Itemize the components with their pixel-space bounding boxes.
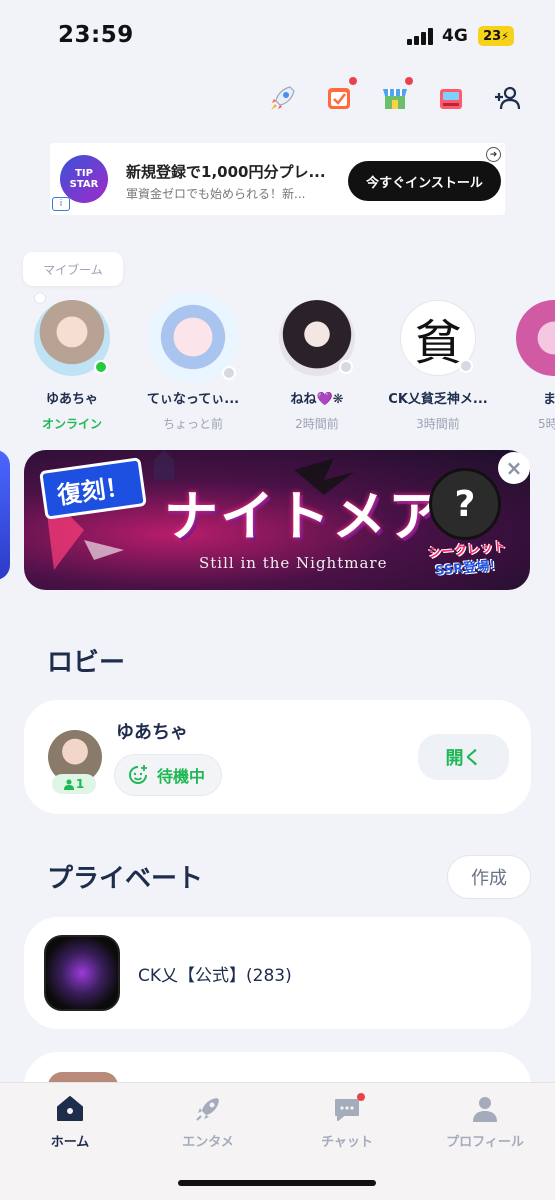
friend-name: ま — [543, 392, 555, 407]
tab-entertainment[interactable]: エンタメ — [148, 1093, 268, 1150]
group-name: CK乂【公式】(283) — [138, 966, 292, 986]
friend-item[interactable]: 貧 CK乂貧乏神メ... 3時間前 — [378, 300, 498, 432]
add-friend-icon[interactable] — [479, 78, 535, 118]
tab-label: ホーム — [50, 1135, 90, 1150]
friend-status: ちょっと前 — [162, 417, 223, 431]
previous-banner-peek[interactable] — [0, 450, 10, 580]
avatar-glyph: 貧 — [413, 315, 462, 371]
ad-arrow-icon[interactable]: ➜ — [486, 147, 501, 162]
ad-subtitle: 軍資金ゼロでも始められる！新... — [126, 187, 306, 201]
rocket-icon — [192, 1093, 224, 1125]
notification-dot — [357, 1093, 365, 1101]
friend-status: 3時間前 — [416, 417, 460, 431]
group-card[interactable]: CK乂【公式】(283) — [24, 917, 531, 1029]
mission-checklist-icon[interactable] — [311, 77, 367, 118]
tab-chat[interactable]: チャット — [287, 1093, 407, 1150]
friend-name: てぃなってぃ... — [146, 392, 240, 407]
my-boom-tag[interactable]: マイブーム — [23, 252, 123, 286]
person-icon — [63, 779, 74, 790]
banner-title: ナイトメア — [164, 485, 444, 548]
mystery-icon: ? — [429, 468, 501, 540]
avatar — [516, 300, 555, 376]
lobby-card[interactable]: 1 ゆあちゃ 待機中 開く — [24, 700, 531, 814]
avatar — [148, 292, 238, 382]
chat-bubble-icon — [331, 1093, 365, 1125]
friend-name: CK乂貧乏神メ... — [388, 392, 488, 407]
friend-item[interactable]: てぃなってぃ... ちょっと前 — [133, 292, 253, 432]
top-action-bar — [255, 77, 535, 118]
home-indicator — [178, 1180, 376, 1186]
ad-info-icon[interactable]: i — [52, 197, 70, 211]
ad-banner[interactable]: TIP STAR i 新規登録で1,000円分プレ... 軍資金ゼロでも始められ… — [50, 143, 505, 215]
avatar — [279, 300, 355, 376]
waiting-status: 待機中 — [114, 754, 223, 796]
friend-name: ゆあちゃ — [45, 392, 98, 407]
avatar — [34, 300, 110, 376]
banner-close-button[interactable]: × — [498, 452, 530, 484]
friend-item[interactable]: ねね💜❋ 2時間前 — [257, 300, 377, 432]
tab-profile[interactable]: プロフィール — [425, 1093, 545, 1150]
notification-dot — [405, 77, 413, 85]
friend-status: 2時間前 — [295, 417, 339, 431]
network-type: 4G — [442, 26, 468, 46]
gacha-machine-icon[interactable] — [423, 78, 479, 118]
status-dot — [459, 359, 473, 373]
banner-secret-ssr: シークレット SSR登場！ — [428, 539, 509, 582]
shop-icon[interactable] — [367, 77, 423, 118]
lobby-section-title: ロビー — [47, 648, 126, 678]
open-button[interactable]: 開く — [418, 734, 509, 780]
online-status-dot — [94, 360, 108, 374]
signal-icon — [407, 28, 435, 45]
lobby-user-name: ゆあちゃ — [116, 722, 188, 743]
tab-label: エンタメ — [182, 1135, 234, 1150]
status-dot — [222, 366, 236, 380]
tab-label: チャット — [321, 1135, 373, 1150]
profile-icon — [469, 1093, 501, 1125]
status-time: 23:59 — [58, 22, 134, 48]
member-count-badge: 1 — [52, 774, 96, 794]
battery-icon: 23 ⚡ — [478, 26, 514, 46]
friend-status: 5時 — [538, 417, 555, 431]
tab-home[interactable]: ホーム — [10, 1093, 130, 1150]
status-dot — [339, 360, 353, 374]
avatar: 貧 — [400, 300, 476, 376]
private-section-title: プライベート — [47, 864, 204, 894]
create-button[interactable]: 作成 — [447, 855, 531, 899]
notification-dot — [349, 77, 357, 85]
waiting-label: 待機中 — [157, 767, 206, 786]
tab-label: プロフィール — [446, 1135, 524, 1150]
ad-title: 新規登録で1,000円分プレ... — [126, 163, 326, 181]
smile-plus-icon — [129, 765, 147, 784]
status-bar: 23:59 4G 23 ⚡ — [0, 0, 555, 70]
ad-install-button[interactable]: 今すぐインストール — [348, 161, 501, 201]
rocket-icon[interactable] — [255, 78, 311, 118]
battery-level: 23 — [483, 28, 502, 44]
ad-app-logo: TIP STAR — [60, 155, 108, 203]
home-icon — [54, 1093, 86, 1125]
group-icon — [44, 935, 120, 1011]
friend-item[interactable]: ま 5時 — [498, 300, 555, 432]
banner-subtitle: Still in the Nightmare — [199, 554, 388, 572]
friend-item[interactable]: ゆあちゃ オンライン — [12, 300, 132, 432]
event-banner[interactable]: 復刻！ ナイトメア Still in the Nightmare ? シークレッ… — [24, 450, 530, 590]
friend-name: ねね💜❋ — [290, 392, 344, 407]
member-count: 1 — [75, 777, 85, 791]
friend-status: オンライン — [41, 417, 102, 431]
